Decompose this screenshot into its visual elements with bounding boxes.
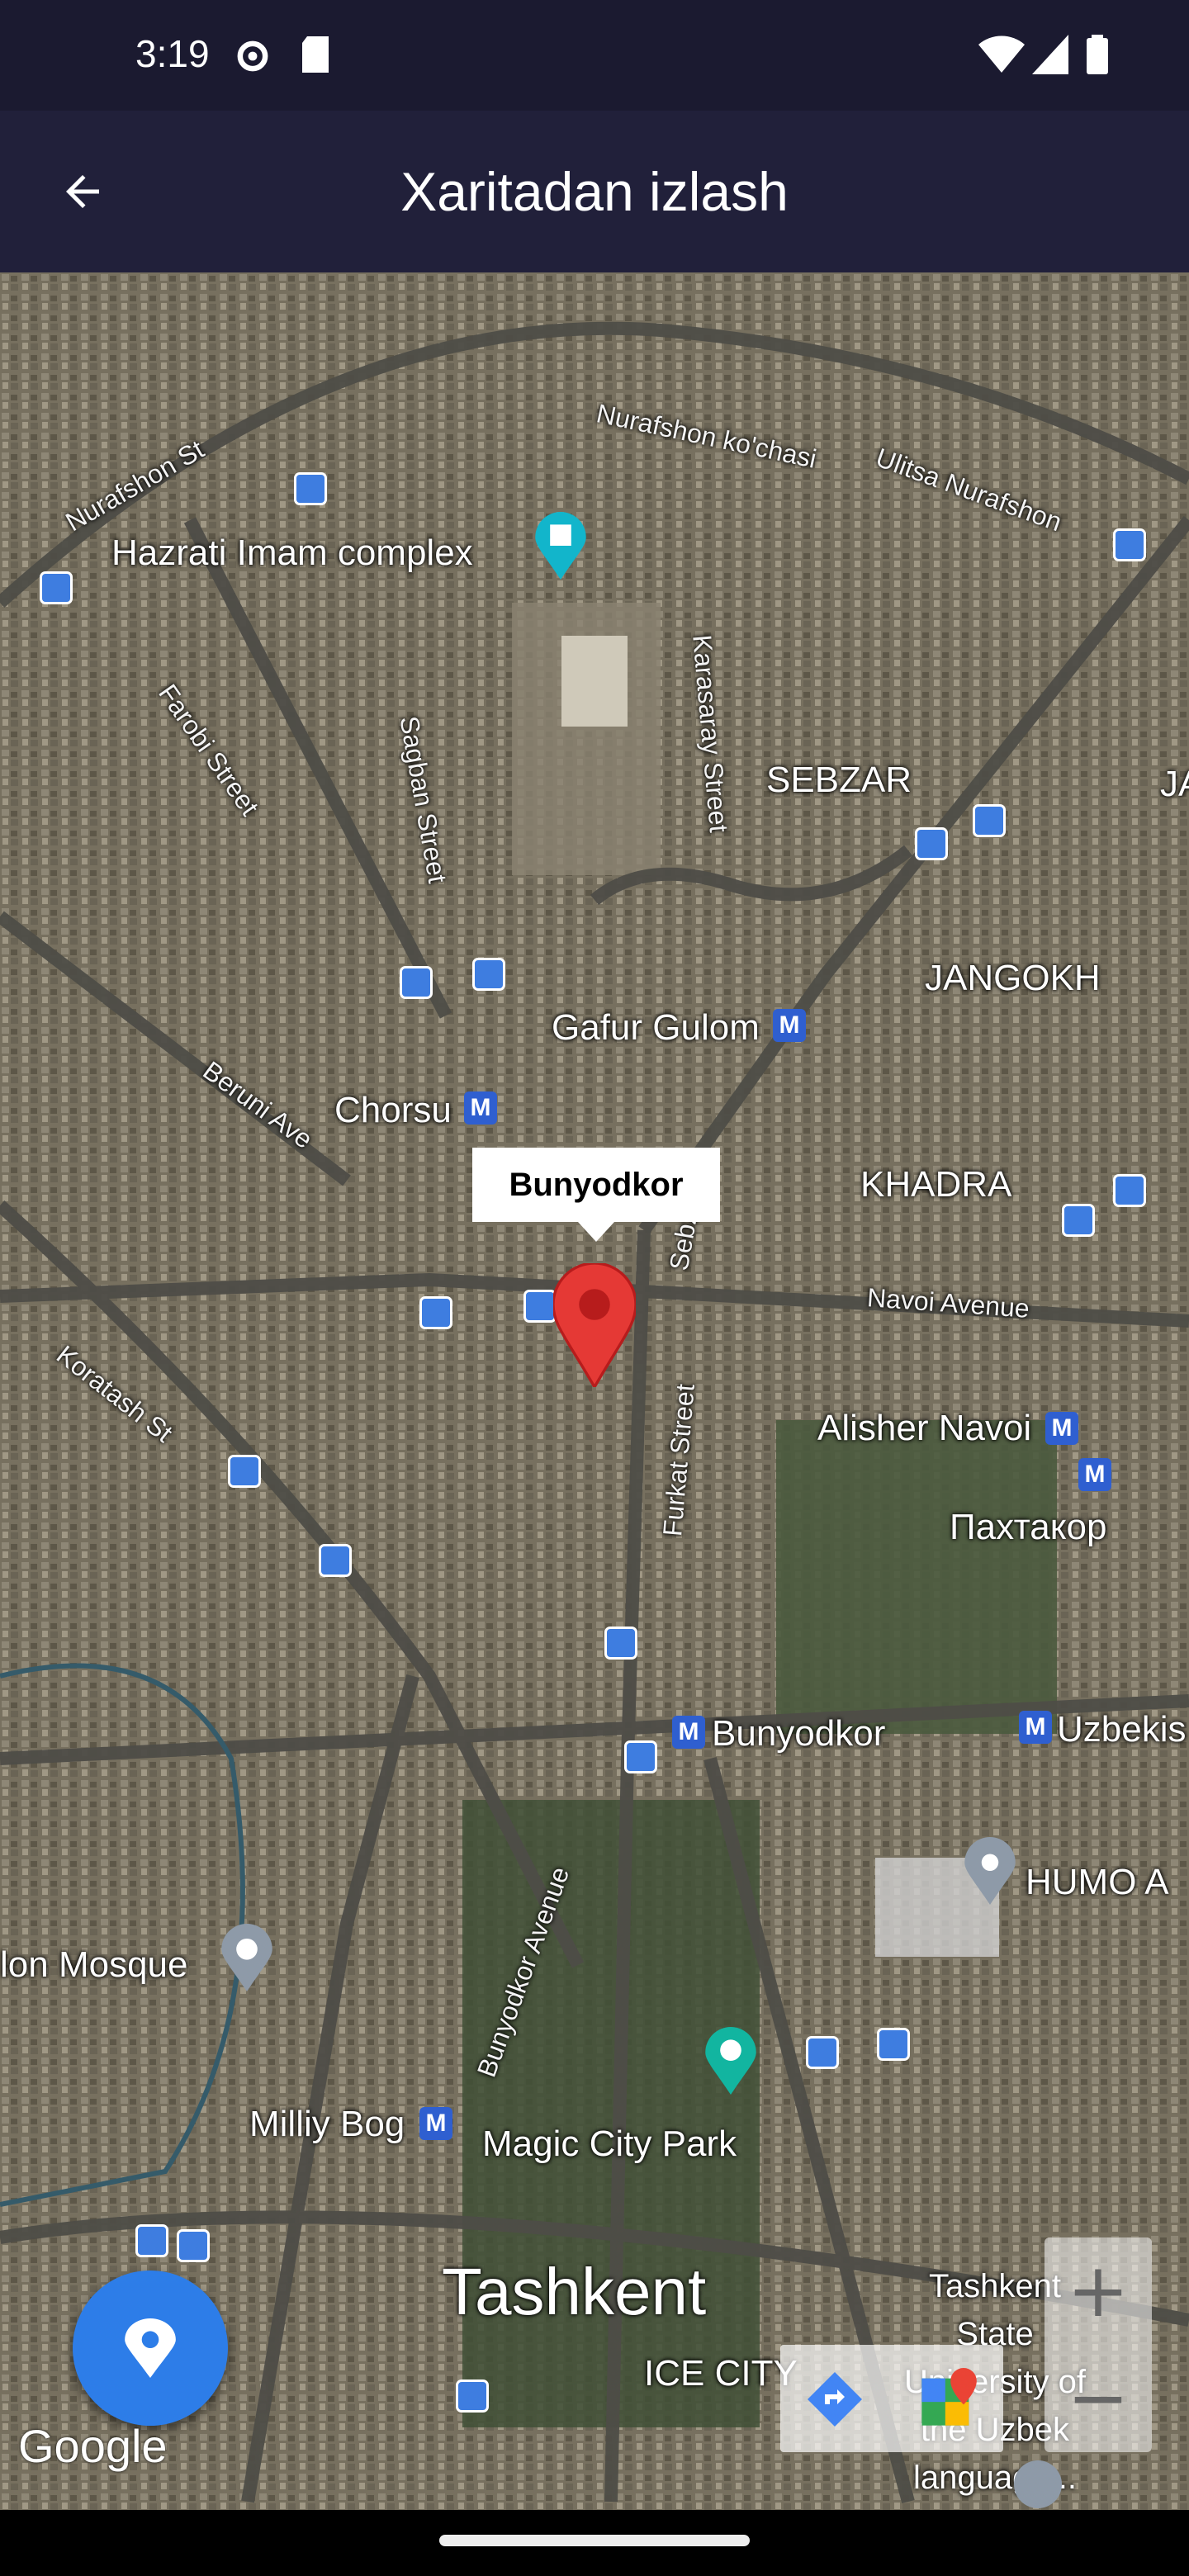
sd-card-icon [299, 35, 332, 78]
place-label: KHADRA [860, 1164, 1012, 1205]
selected-location-marker[interactable] [552, 1262, 637, 1391]
place-label: Chorsu [334, 1090, 452, 1130]
place-label: Alisher Navoi [817, 1408, 1032, 1448]
bus-stop-icon[interactable] [135, 2224, 168, 2257]
zoom-in-button[interactable]: + [1045, 2237, 1152, 2345]
battery-icon [1087, 35, 1108, 78]
place-label: Hazrati Imam complex [111, 533, 473, 573]
map-toolbar [780, 2345, 1003, 2452]
metro-icon[interactable]: M [773, 1009, 806, 1042]
bus-stop-icon[interactable] [523, 1290, 557, 1323]
place-label: Gafur Gulom [552, 1007, 760, 1048]
bus-stop-icon[interactable] [177, 2229, 210, 2262]
bus-stop-icon[interactable] [624, 1740, 657, 1773]
bus-stop-icon[interactable] [294, 472, 327, 505]
marker-info-window[interactable]: Bunyodkor [472, 1148, 720, 1222]
my-location-fab[interactable] [73, 2271, 228, 2426]
metro-icon[interactable]: M [419, 2107, 452, 2140]
google-attribution: Google [18, 2420, 168, 2472]
place-label: ICE CITY [644, 2353, 798, 2394]
bus-stop-icon[interactable] [400, 966, 433, 999]
satellite-imagery [0, 272, 1189, 2510]
zoom-controls: + − [1045, 2237, 1152, 2452]
place-label: lon Mosque [0, 1944, 188, 1985]
place-label: Uzbekis [1057, 1709, 1187, 1750]
bus-stop-icon[interactable] [456, 2379, 489, 2413]
map-view[interactable]: Nurafshon ko'chasi Ulitsa Nurafshon Nura… [0, 272, 1189, 2510]
school-icon[interactable] [1014, 2460, 1062, 2510]
place-label: Magic City Park [482, 2124, 737, 2164]
monument-icon[interactable] [535, 512, 586, 584]
bus-stop-icon[interactable] [806, 2036, 839, 2069]
metro-icon[interactable]: M [1045, 1412, 1078, 1445]
bus-stop-icon[interactable] [604, 1627, 637, 1660]
zoom-out-button[interactable]: − [1045, 2345, 1152, 2452]
cell-signal-icon [1032, 35, 1068, 78]
system-nav-bar [0, 2510, 1189, 2576]
metro-icon[interactable]: M [672, 1716, 705, 1749]
directions-icon[interactable] [805, 2370, 865, 2433]
place-label: Пахтакор [950, 1507, 1107, 1547]
city-label: Tashkent [442, 2255, 707, 2328]
status-bar: 3:19 [0, 0, 1189, 111]
place-label: Bunyodkor [712, 1713, 886, 1754]
bus-stop-icon[interactable] [915, 827, 948, 860]
metro-icon[interactable]: M [1019, 1711, 1052, 1744]
bus-stop-icon[interactable] [1062, 1204, 1095, 1237]
place-label: JANGOKH [925, 958, 1101, 998]
place-label: SEBZAR [766, 760, 912, 800]
place-label: Milliy Bog [249, 2104, 405, 2144]
bus-stop-icon[interactable] [40, 571, 73, 604]
place-label: HUMO A [1026, 1862, 1169, 1902]
bus-stop-icon[interactable] [973, 804, 1006, 837]
location-pin-icon[interactable] [964, 1837, 1016, 1909]
bus-stop-icon[interactable] [319, 1544, 352, 1577]
status-time: 3:19 [135, 32, 210, 75]
mosque-icon[interactable] [221, 1924, 272, 1996]
page-title: Xaritadan izlash [400, 161, 789, 222]
metro-icon[interactable]: M [1078, 1458, 1111, 1491]
wifi-icon [978, 35, 1025, 78]
bus-stop-icon[interactable] [419, 1296, 452, 1329]
app-bar: Xaritadan izlash [0, 111, 1189, 272]
home-gesture-handle[interactable] [439, 2535, 750, 2546]
settings-icon [231, 35, 274, 82]
place-label: JA [1160, 764, 1189, 804]
google-maps-icon[interactable] [917, 2368, 979, 2435]
bus-stop-icon[interactable] [877, 2028, 910, 2061]
bus-stop-icon[interactable] [1113, 528, 1146, 561]
park-icon[interactable] [705, 2027, 756, 2099]
location-pin-icon [125, 2318, 176, 2378]
bus-stop-icon[interactable] [228, 1455, 261, 1488]
metro-icon[interactable]: M [464, 1091, 497, 1125]
bus-stop-icon[interactable] [1113, 1174, 1146, 1207]
bus-stop-icon[interactable] [472, 958, 505, 991]
info-window-tail [578, 1222, 614, 1242]
